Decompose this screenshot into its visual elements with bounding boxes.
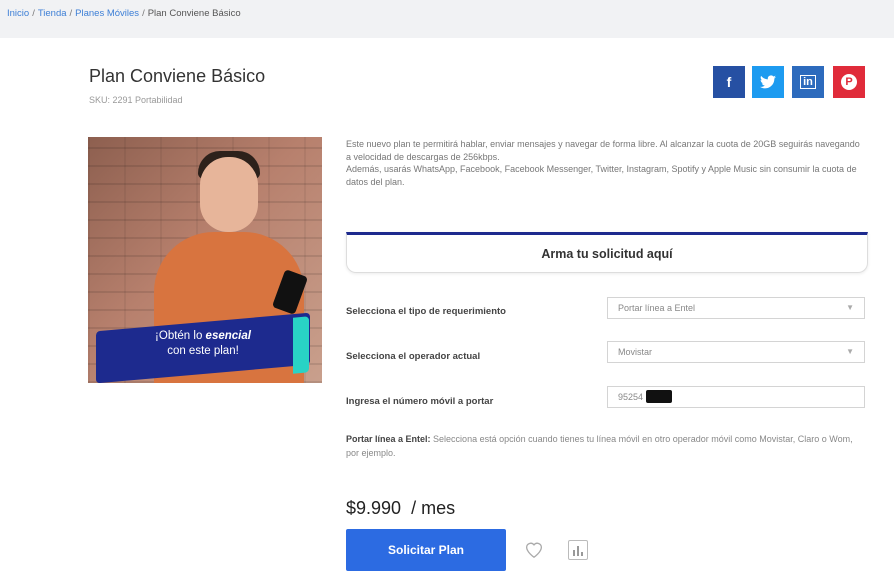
- twitter-share-button[interactable]: [752, 66, 784, 98]
- number-label: Ingresa el número móvil a portar: [346, 396, 494, 407]
- facebook-icon: f: [726, 74, 732, 90]
- plan-description: Este nuevo plan te permitirá hablar, env…: [346, 138, 866, 188]
- description-paragraph-2: Además, usarás WhatsApp, Facebook, Faceb…: [346, 164, 857, 187]
- pinterest-share-button[interactable]: P: [833, 66, 865, 98]
- breadcrumb-planes-moviles[interactable]: Planes Móviles: [75, 8, 139, 19]
- requirement-label: Selecciona el tipo de requerimiento: [346, 306, 506, 317]
- operator-select[interactable]: Movistar ▼: [607, 341, 865, 363]
- description-paragraph-1: Este nuevo plan te permitirá hablar, env…: [346, 139, 860, 162]
- pinterest-icon: P: [841, 74, 857, 90]
- heart-icon[interactable]: [522, 537, 546, 561]
- request-form-header: Arma tu solicitud aquí: [346, 232, 868, 273]
- operator-label: Selecciona el operador actual: [346, 351, 481, 362]
- plan-price: $9.990 / mes: [346, 498, 456, 518]
- promo-badge-text: ¡Obtén lo esencial con este plan!: [155, 330, 251, 357]
- linkedin-icon: in: [800, 75, 816, 89]
- request-plan-button[interactable]: Solicitar Plan: [346, 529, 506, 571]
- facebook-share-button[interactable]: f: [713, 66, 745, 98]
- linkedin-share-button[interactable]: in: [792, 66, 824, 98]
- plan-hero-image: ¡Obtén lo esencial con este plan!: [88, 137, 322, 383]
- product-sku: SKU: 2291 Portabilidad: [89, 95, 183, 105]
- chevron-down-icon: ▼: [846, 347, 854, 356]
- breadcrumb-bar: Inicio / Tienda / Planes Móviles / Plan Convie…: [0, 0, 894, 38]
- portability-note: Portar línea a Entel: Selecciona está op…: [346, 434, 853, 458]
- breadcrumb-current: Plan Conviene Básico: [147, 8, 241, 19]
- page-title: Plan Conviene Básico: [89, 66, 266, 86]
- bar-chart-icon[interactable]: [568, 540, 588, 560]
- requirement-select[interactable]: Portar línea a Entel ▼: [607, 297, 865, 319]
- twitter-icon: [760, 75, 776, 89]
- person-head: [200, 157, 258, 232]
- chevron-down-icon: ▼: [846, 303, 854, 312]
- breadcrumb-inicio[interactable]: Inicio: [7, 8, 29, 19]
- redaction-mark: [646, 390, 672, 403]
- breadcrumb: Inicio / Tienda / Planes Móviles / Plan Convie…: [7, 8, 241, 19]
- breadcrumb-tienda[interactable]: Tienda: [38, 8, 67, 19]
